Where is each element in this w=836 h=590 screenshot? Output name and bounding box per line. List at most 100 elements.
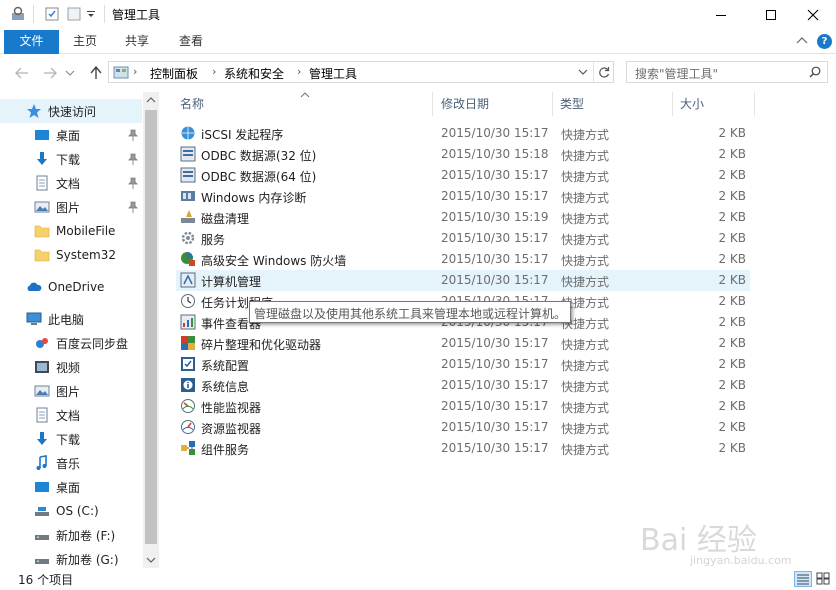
file-row[interactable]: 系统配置 2015/10/30 15:17 快捷方式 2 KB bbox=[176, 354, 750, 375]
column-header-size[interactable]: 大小 bbox=[680, 92, 704, 116]
file-row[interactable]: ODBC 数据源(32 位) 2015/10/30 15:18 快捷方式 2 K… bbox=[176, 144, 750, 165]
system-config-icon bbox=[181, 357, 195, 371]
new-folder-icon[interactable] bbox=[66, 6, 82, 22]
nav-quick-access[interactable]: 快速访问 bbox=[0, 99, 142, 123]
quick-access-dropdown-icon[interactable] bbox=[86, 6, 96, 22]
file-size: 2 KB bbox=[718, 441, 746, 455]
nav-music[interactable]: 音乐 bbox=[0, 451, 142, 475]
file-row[interactable]: 性能监视器 2015/10/30 15:17 快捷方式 2 KB bbox=[176, 396, 750, 417]
tab-share[interactable]: 共享 bbox=[116, 30, 158, 54]
file-type: 快捷方式 bbox=[561, 170, 610, 184]
file-size: 2 KB bbox=[718, 357, 746, 371]
admin-tools-icon bbox=[12, 6, 24, 20]
nav-this-pc[interactable]: 此电脑 bbox=[0, 307, 142, 331]
divider bbox=[104, 5, 105, 23]
file-row[interactable]: 资源监视器 2015/10/30 15:17 快捷方式 2 KB bbox=[176, 417, 750, 438]
nav-documents[interactable]: 文档 bbox=[0, 171, 142, 195]
breadcrumb-admin-tools[interactable]: 管理工具 bbox=[309, 65, 357, 82]
recent-locations-button[interactable] bbox=[64, 63, 76, 83]
scroll-up-icon[interactable] bbox=[146, 96, 156, 104]
tab-file[interactable]: 文件 bbox=[4, 30, 59, 54]
nav-drive-c[interactable]: OS (C:) bbox=[0, 499, 142, 523]
file-row[interactable]: 磁盘清理 2015/10/30 15:19 快捷方式 2 KB bbox=[176, 207, 750, 228]
file-row[interactable]: iSCSI 发起程序 2015/10/30 15:17 快捷方式 2 KB bbox=[176, 123, 750, 144]
file-row[interactable]: ODBC 数据源(64 位) 2015/10/30 15:17 快捷方式 2 K… bbox=[176, 165, 750, 186]
close-button[interactable] bbox=[790, 0, 836, 30]
pictures-icon bbox=[34, 385, 50, 397]
nav-label: OneDrive bbox=[48, 280, 105, 294]
nav-drive-f[interactable]: 新加卷 (F:) bbox=[0, 523, 142, 547]
explorer-window: 管理工具 文件 主页 共享 查看 ? › 控制面板 › 系统和安全 › 管理工具… bbox=[0, 0, 836, 590]
breadcrumb-control-panel[interactable]: 控制面板 bbox=[150, 65, 198, 82]
file-row[interactable]: 系统信息 2015/10/30 15:17 快捷方式 2 KB bbox=[176, 375, 750, 396]
nav-label: 文档 bbox=[56, 176, 81, 191]
drive-icon bbox=[35, 507, 49, 516]
tab-home[interactable]: 主页 bbox=[64, 30, 106, 54]
nav-label: 新加卷 (G:) bbox=[56, 552, 119, 567]
nav-label: 图片 bbox=[56, 200, 81, 215]
disk-cleanup-icon bbox=[181, 210, 195, 223]
nav-pc-pictures[interactable]: 图片 bbox=[0, 379, 142, 403]
file-name: 磁盘清理 bbox=[201, 212, 250, 226]
address-history-button[interactable] bbox=[574, 62, 592, 82]
details-view-icon bbox=[797, 574, 809, 585]
nav-system32[interactable]: System32 bbox=[0, 243, 142, 267]
maximize-button[interactable] bbox=[748, 0, 794, 30]
tab-view[interactable]: 查看 bbox=[170, 30, 212, 54]
column-divider[interactable] bbox=[672, 92, 673, 116]
file-list: 名称 修改日期 类型 大小 iSCSI 发起程序 2015/10/30 15:1… bbox=[166, 92, 836, 568]
nav-videos[interactable]: 视频 bbox=[0, 355, 142, 379]
ribbon-tabs: 文件 主页 共享 查看 ? bbox=[0, 30, 836, 54]
nav-mobilefile[interactable]: MobileFile bbox=[0, 219, 142, 243]
breadcrumb-system-security[interactable]: 系统和安全 bbox=[224, 65, 284, 82]
address-bar[interactable]: › 控制面板 › 系统和安全 › 管理工具 bbox=[108, 61, 614, 83]
back-button[interactable] bbox=[12, 63, 32, 83]
column-header-name[interactable]: 名称 bbox=[180, 92, 204, 116]
nav-downloads[interactable]: 下载 bbox=[0, 147, 142, 171]
file-row-hovered[interactable]: 计算机管理 2015/10/30 15:17 快捷方式 2 KB bbox=[176, 270, 750, 291]
forward-button[interactable] bbox=[40, 63, 60, 83]
details-view-button[interactable] bbox=[794, 571, 812, 587]
scrollbar-thumb[interactable] bbox=[145, 110, 157, 544]
file-type: 快捷方式 bbox=[561, 443, 610, 457]
file-row[interactable]: 高级安全 Windows 防火墙 2015/10/30 15:17 快捷方式 2… bbox=[176, 249, 750, 270]
help-icon[interactable]: ? bbox=[817, 34, 832, 49]
column-header-type[interactable]: 类型 bbox=[560, 92, 584, 116]
column-header-date[interactable]: 修改日期 bbox=[441, 92, 489, 116]
file-row[interactable]: 服务 2015/10/30 15:17 快捷方式 2 KB bbox=[176, 228, 750, 249]
nav-pictures[interactable]: 图片 bbox=[0, 195, 142, 219]
search-icon[interactable] bbox=[809, 66, 821, 78]
properties-icon[interactable] bbox=[44, 6, 60, 22]
maximize-icon bbox=[766, 10, 776, 20]
file-date: 2015/10/30 15:17 bbox=[441, 357, 549, 371]
file-type: 快捷方式 bbox=[561, 254, 610, 268]
file-size: 2 KB bbox=[718, 273, 746, 287]
nav-pc-documents[interactable]: 文档 bbox=[0, 403, 142, 427]
services-icon bbox=[181, 231, 195, 245]
minimize-button[interactable] bbox=[698, 0, 744, 30]
pin-icon bbox=[128, 201, 138, 213]
search-box[interactable]: 搜索"管理工具" bbox=[626, 61, 828, 83]
nav-pc-desktop[interactable]: 桌面 bbox=[0, 475, 142, 499]
odbc-icon bbox=[180, 167, 196, 183]
control-panel-icon bbox=[113, 66, 129, 79]
task-scheduler-icon bbox=[181, 294, 195, 308]
column-divider[interactable] bbox=[754, 92, 755, 116]
file-row[interactable]: 碎片整理和优化驱动器 2015/10/30 15:17 快捷方式 2 KB bbox=[176, 333, 750, 354]
refresh-button[interactable] bbox=[593, 62, 613, 82]
up-button[interactable] bbox=[86, 63, 106, 83]
nav-desktop[interactable]: 桌面 bbox=[0, 123, 142, 147]
file-size: 2 KB bbox=[718, 189, 746, 203]
file-row[interactable]: Windows 内存诊断 2015/10/30 15:17 快捷方式 2 KB bbox=[176, 186, 750, 207]
column-divider[interactable] bbox=[432, 92, 433, 116]
nav-onedrive[interactable]: OneDrive bbox=[0, 275, 142, 299]
file-row[interactable]: 组件服务 2015/10/30 15:17 快捷方式 2 KB bbox=[176, 438, 750, 459]
nav-pc-downloads[interactable]: 下载 bbox=[0, 427, 142, 451]
large-icons-view-button[interactable] bbox=[815, 571, 833, 587]
column-divider[interactable] bbox=[552, 92, 553, 116]
scroll-down-icon[interactable] bbox=[146, 556, 156, 564]
chevron-down-icon bbox=[578, 69, 588, 75]
file-name: 高级安全 Windows 防火墙 bbox=[201, 254, 347, 268]
expand-ribbon-icon[interactable] bbox=[796, 36, 808, 46]
nav-baidu-sync[interactable]: 百度云同步盘 bbox=[0, 331, 142, 355]
